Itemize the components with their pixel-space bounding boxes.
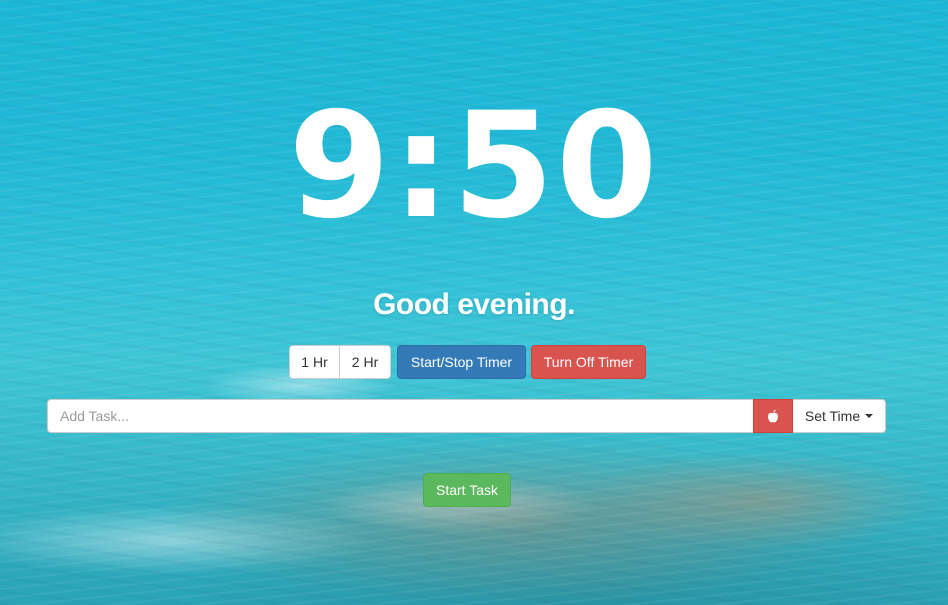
- set-time-dropdown[interactable]: Set Time: [793, 399, 886, 433]
- two-hour-button[interactable]: 2 Hr: [339, 345, 391, 379]
- background-ocean: 9:50 Good evening. 1 Hr 2 Hr Start/Stop …: [0, 0, 948, 605]
- task-input-group: Set Time: [47, 399, 886, 433]
- timer-controls: 1 Hr 2 Hr Start/Stop Timer Turn Off Time…: [289, 345, 646, 379]
- turn-off-timer-button[interactable]: Turn Off Timer: [531, 345, 646, 379]
- pomodoro-button[interactable]: [753, 399, 793, 433]
- one-hour-button[interactable]: 1 Hr: [289, 345, 340, 379]
- greeting-text: Good evening.: [373, 288, 575, 321]
- add-task-input[interactable]: [47, 399, 753, 433]
- clock-display: 9:50: [0, 98, 948, 233]
- caret-down-icon: [865, 414, 874, 418]
- set-time-label: Set Time: [804, 408, 861, 424]
- clock-digits: 9:50: [288, 98, 659, 228]
- apple-icon: [768, 409, 778, 423]
- start-stop-timer-button[interactable]: Start/Stop Timer: [397, 345, 526, 379]
- start-task-button[interactable]: Start Task: [423, 473, 511, 507]
- timer-duration-group: 1 Hr 2 Hr: [289, 345, 391, 379]
- clock-time: 9:50: [288, 98, 659, 228]
